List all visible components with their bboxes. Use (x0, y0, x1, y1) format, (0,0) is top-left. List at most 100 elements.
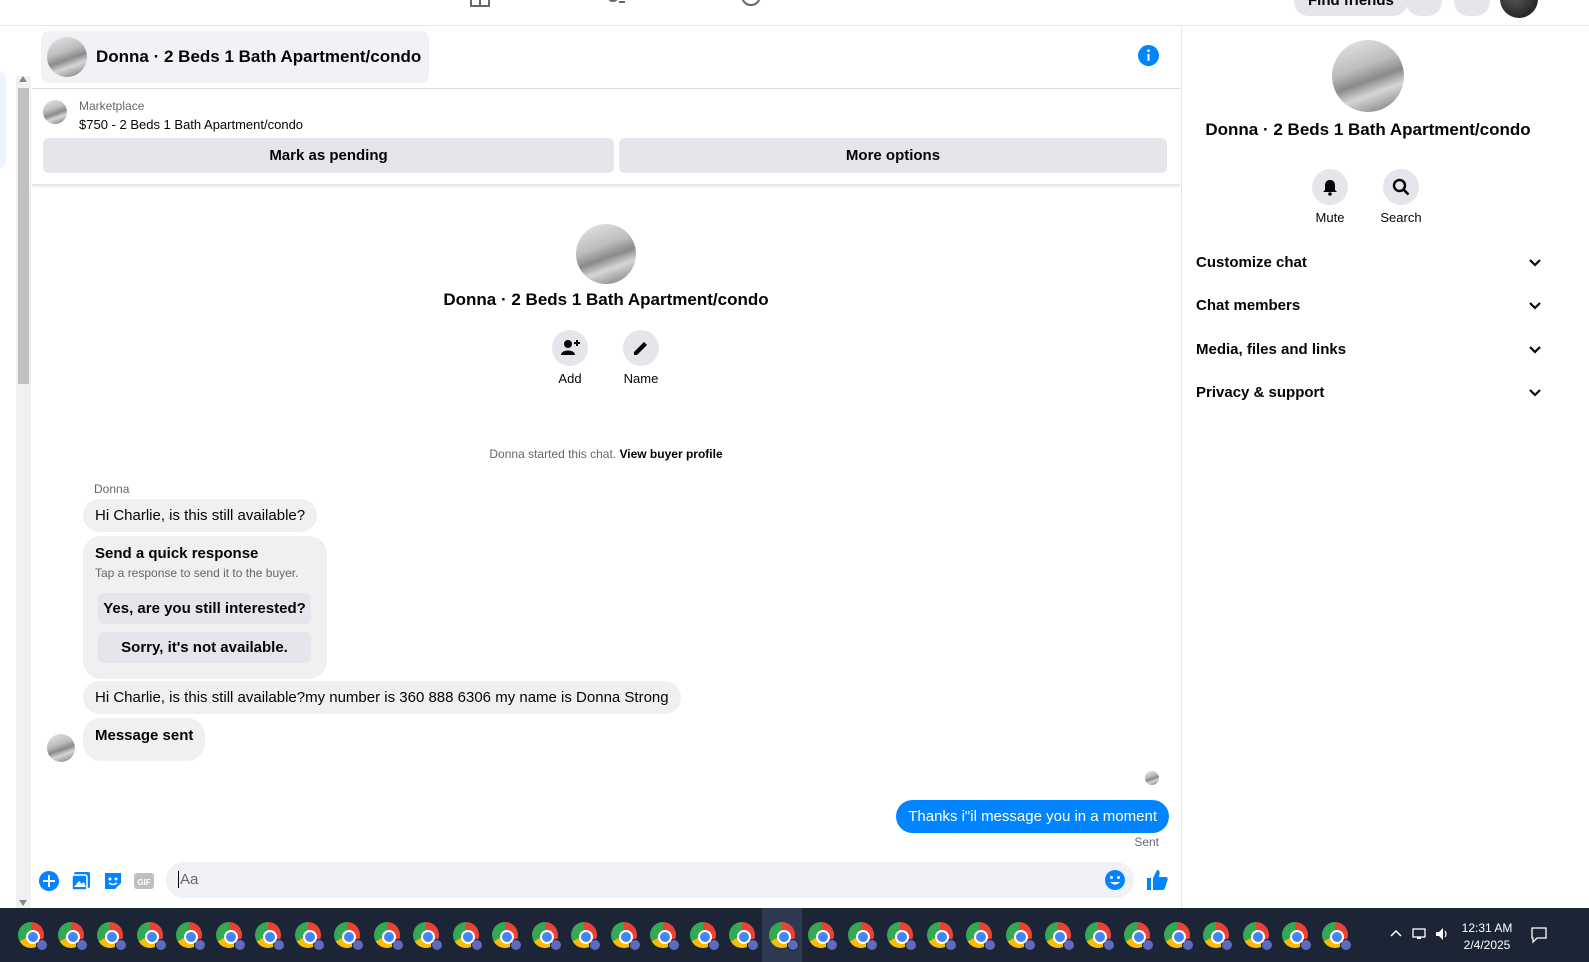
chrome-taskbar-icon[interactable] (1084, 922, 1115, 951)
menu-button[interactable] (1406, 0, 1442, 16)
add-label: Add (558, 371, 582, 386)
chat-scrollbar[interactable] (16, 76, 31, 908)
chrome-taskbar-icon[interactable] (334, 922, 364, 951)
thumbs-up-icon[interactable] (1145, 868, 1169, 892)
chrome-taskbar-icon[interactable] (1203, 922, 1233, 951)
chrome-taskbar-icon[interactable] (57, 922, 88, 951)
listing-thumbnail[interactable] (43, 100, 67, 124)
profile-badge-icon (786, 939, 799, 951)
chrome-taskbar-icon[interactable] (966, 922, 996, 951)
network-icon[interactable] (1411, 926, 1427, 942)
chrome-taskbar-icon[interactable] (571, 922, 601, 951)
chrome-taskbar-icon[interactable] (215, 922, 246, 951)
profile-badge-icon (75, 939, 88, 951)
more-options-button[interactable]: More options (619, 138, 1167, 173)
svg-text:GIF: GIF (137, 878, 150, 887)
message-bubble[interactable]: Message sent (83, 718, 206, 761)
account-avatar[interactable] (1500, 0, 1538, 18)
chrome-taskbar-icon[interactable] (1321, 922, 1352, 951)
chrome-taskbar-icon[interactable] (1163, 922, 1194, 951)
customize-chat-section[interactable]: Customize chat (1196, 243, 1542, 283)
volume-icon[interactable] (1434, 926, 1450, 942)
sender-name: Donna (94, 482, 130, 496)
system-clock[interactable]: 12:31 AM 2/4/2025 (1458, 920, 1516, 954)
view-buyer-profile-link[interactable]: View buyer profile (619, 447, 722, 461)
sticker-icon[interactable] (102, 870, 124, 892)
active-chat-indicator (0, 72, 6, 168)
chrome-taskbar-icon[interactable] (136, 922, 167, 951)
listing-title[interactable]: $750 - 2 Beds 1 Bath Apartment/condo (79, 117, 303, 132)
emoji-icon[interactable] (1104, 869, 1126, 891)
chrome-taskbar-icon[interactable] (1282, 922, 1312, 951)
chrome-taskbar-icon[interactable] (610, 922, 641, 951)
mark-as-pending-button[interactable]: Mark as pending (43, 138, 614, 173)
show-hidden-icons-icon[interactable] (1388, 926, 1404, 942)
groups-icon[interactable] (605, 0, 627, 8)
chrome-taskbar-icon[interactable] (18, 922, 48, 951)
chrome-taskbar-icon[interactable] (689, 922, 720, 951)
profile-icon[interactable] (740, 0, 762, 8)
profile-badge-icon (510, 939, 522, 951)
chrome-taskbar-icon[interactable] (255, 922, 285, 951)
marketplace-label: Marketplace (79, 99, 145, 113)
scroll-down-arrow[interactable] (19, 900, 27, 906)
profile-badge-icon (549, 939, 562, 951)
mute-action[interactable]: Mute (1300, 169, 1360, 225)
find-friends-button[interactable]: Find friends (1294, 0, 1408, 16)
chrome-taskbar-icon[interactable] (1242, 922, 1273, 951)
chat-started-notice: Donna started this chat. View buyer prof… (32, 447, 1180, 461)
chrome-taskbar-icon[interactable] (294, 922, 325, 951)
message-bubble[interactable]: Hi Charlie, is this still available? (83, 499, 318, 532)
chrome-taskbar-icon[interactable] (531, 922, 562, 951)
chrome-taskbar-icon[interactable] (926, 922, 957, 951)
quick-response-no-button[interactable]: Sorry, it's not available. (98, 632, 311, 663)
chrome-taskbar-icon[interactable] (650, 922, 680, 951)
info-icon[interactable] (1138, 45, 1159, 66)
chrome-taskbar-icon[interactable] (1045, 922, 1075, 951)
message-bubble[interactable]: Hi Charlie, is this still available?my n… (83, 681, 681, 714)
chevron-down-icon (1529, 302, 1541, 310)
scroll-up-arrow[interactable] (19, 76, 27, 82)
chrome-taskbar-icon[interactable] (808, 922, 838, 951)
chrome-taskbar-icon[interactable] (1124, 922, 1154, 951)
profile-badge-icon (984, 939, 996, 951)
search-action[interactable]: Search (1371, 169, 1431, 225)
profile-badge-icon (1300, 939, 1312, 951)
gif-icon[interactable]: GIF (133, 870, 155, 892)
add-people-action[interactable]: Add (540, 330, 600, 386)
notification-center-icon[interactable] (1530, 926, 1548, 944)
profile-badge-icon (1181, 939, 1194, 951)
chrome-taskbar-icon[interactable] (176, 922, 206, 951)
marketplace-icon[interactable] (469, 0, 491, 8)
chrome-taskbar-icon[interactable] (97, 922, 127, 951)
chrome-taskbar-icon[interactable] (492, 922, 522, 951)
scroll-thumb[interactable] (18, 88, 29, 384)
outgoing-message-bubble[interactable]: Thanks i"il message you in a moment (896, 800, 1169, 833)
chrome-taskbar-icon[interactable] (413, 922, 443, 951)
chat-members-section[interactable]: Chat members (1196, 286, 1542, 326)
media-files-links-section[interactable]: Media, files and links (1196, 330, 1542, 370)
section-label: Media, files and links (1196, 341, 1347, 358)
chrome-taskbar-icon[interactable] (1005, 922, 1036, 951)
chat-details-panel: Donna · 2 Beds 1 Bath Apartment/condo Mu… (1181, 26, 1553, 908)
privacy-support-section[interactable]: Privacy & support (1196, 373, 1542, 413)
profile-badge-icon (589, 939, 601, 951)
conversation-title-button[interactable]: Donna · 2 Beds 1 Bath Apartment/condo (41, 31, 430, 83)
details-avatar[interactable] (1332, 40, 1404, 112)
chrome-taskbar-icon[interactable] (887, 922, 917, 951)
notifications-button[interactable] (1454, 0, 1490, 16)
chrome-taskbar-icon[interactable] (768, 922, 799, 951)
profile-badge-icon (1063, 939, 1075, 951)
chrome-taskbar-icon[interactable] (729, 922, 759, 951)
sender-avatar[interactable] (47, 734, 75, 762)
chrome-taskbar-icon[interactable] (452, 922, 483, 951)
page-scrollbar[interactable] (1553, 26, 1568, 908)
photo-icon[interactable] (70, 870, 92, 892)
name-chat-action[interactable]: Name (611, 330, 671, 386)
chrome-taskbar-icon[interactable] (847, 922, 878, 951)
message-input[interactable]: Aa (166, 862, 1134, 898)
quick-response-yes-button[interactable]: Yes, are you still interested? (98, 593, 311, 624)
chrome-taskbar-icon[interactable] (373, 922, 404, 951)
profile-badge-icon (233, 939, 246, 951)
plus-icon[interactable] (38, 870, 60, 892)
